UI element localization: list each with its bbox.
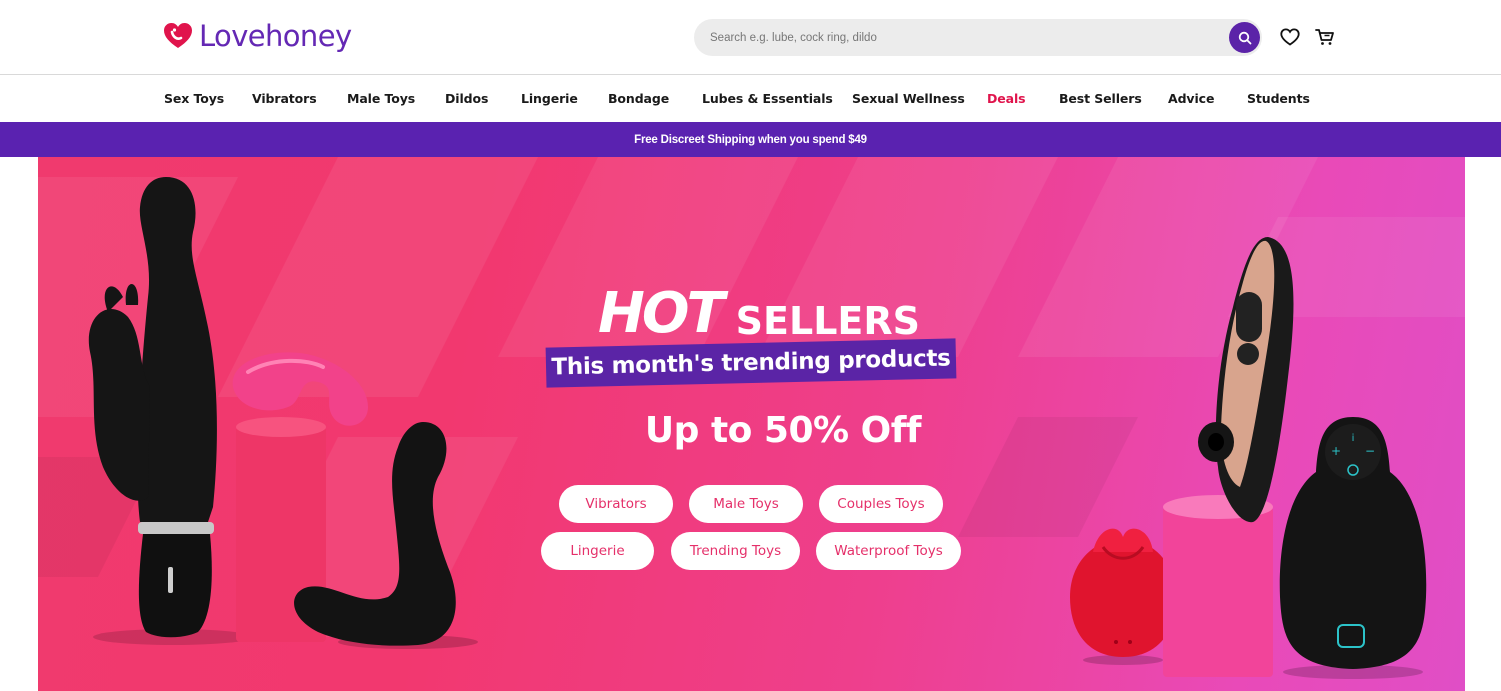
nav-item-bondage[interactable]: Bondage (608, 91, 669, 106)
nav-item-sex-toys[interactable]: Sex Toys (164, 91, 224, 106)
nav-item-dildos[interactable]: Dildos (445, 91, 488, 106)
search-bar (694, 19, 1262, 56)
hero-offer: Up to 50% Off (644, 410, 922, 451)
hero-tagline-text: This month's trending products (551, 345, 951, 381)
nav-item-deals[interactable]: Deals (987, 91, 1026, 106)
hero-button-waterproof-toys[interactable]: Waterproof Toys (816, 532, 961, 570)
hero-title: HOT SELLERS (598, 281, 921, 346)
promo-text: Free Discreet Shipping when you spend $4… (634, 133, 867, 146)
cart-button[interactable] (1314, 26, 1336, 48)
nav-item-vibrators[interactable]: Vibrators (252, 91, 317, 106)
nav-item-sexual-wellness[interactable]: Sexual Wellness (852, 91, 965, 106)
nav-item-lubes-essentials[interactable]: Lubes & Essentials (702, 91, 833, 106)
nav-item-lingerie[interactable]: Lingerie (521, 91, 578, 106)
main-nav: Sex Toys Vibrators Male Toys Dildos Ling… (0, 76, 1501, 122)
nav-item-best-sellers[interactable]: Best Sellers (1059, 91, 1142, 106)
cart-icon (1315, 29, 1334, 45)
search-button[interactable] (1229, 22, 1260, 53)
svg-text:i: i (1352, 433, 1355, 444)
svg-text:+: + (1331, 444, 1341, 458)
svg-text:−: − (1365, 444, 1375, 458)
hero-button-lingerie[interactable]: Lingerie (541, 532, 654, 570)
logo-text: Lovehoney (199, 19, 352, 53)
hero-button-vibrators[interactable]: Vibrators (559, 485, 673, 523)
heart-logo-icon (164, 23, 192, 48)
hero-banner[interactable]: i + − HOT SELLERS This month's trending … (38, 157, 1465, 691)
hero-button-trending-toys[interactable]: Trending Toys (671, 532, 800, 570)
masturbator-image: i + − (1279, 417, 1427, 679)
hero-title-hot: HOT (598, 281, 725, 346)
hero-title-sellers: SELLERS (735, 299, 921, 343)
nav-item-students[interactable]: Students (1247, 91, 1310, 106)
nav-item-male-toys[interactable]: Male Toys (347, 91, 415, 106)
wishlist-button[interactable] (1279, 26, 1301, 48)
search-icon (1238, 31, 1251, 44)
hero-button-couples-toys[interactable]: Couples Toys (819, 485, 943, 523)
logo[interactable]: Lovehoney (163, 18, 352, 54)
site-header: Lovehoney (0, 0, 1501, 75)
prostate-massager-image (294, 422, 478, 649)
nav-item-advice[interactable]: Advice (1168, 91, 1214, 106)
heart-icon (1280, 28, 1300, 46)
search-input[interactable] (710, 19, 1210, 56)
promo-bar[interactable]: Free Discreet Shipping when you spend $4… (0, 122, 1501, 157)
hero-button-male-toys[interactable]: Male Toys (689, 485, 803, 523)
